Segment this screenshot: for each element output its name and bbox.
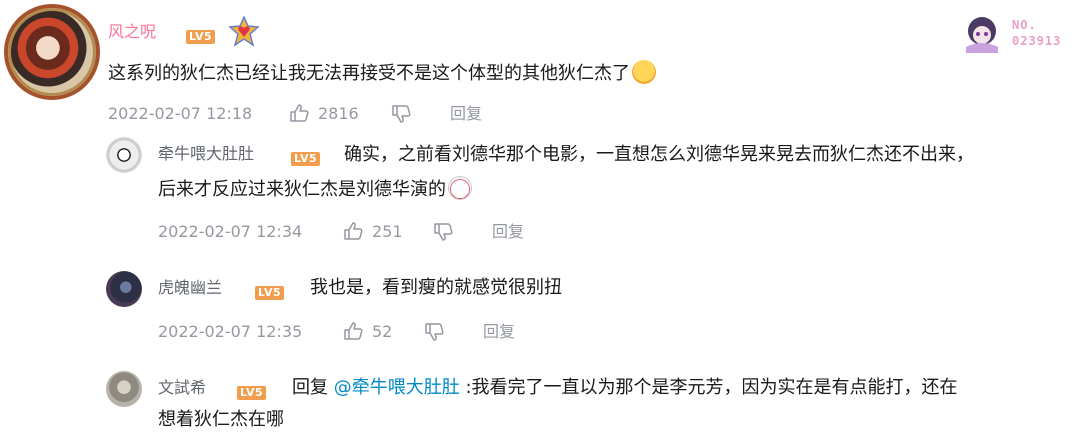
reply-prefix: 回复 xyxy=(292,377,328,398)
avatar[interactable] xyxy=(8,8,96,96)
dislike-icon[interactable] xyxy=(432,221,454,243)
reply-avatar[interactable] xyxy=(106,271,142,307)
reply-avatar[interactable] xyxy=(106,371,142,407)
reply-avatar[interactable] xyxy=(106,137,142,173)
level-badge: LV5 xyxy=(291,147,321,166)
mention-link[interactable]: @牵牛喂大肚肚 xyxy=(334,377,460,398)
laugh-cry-emoji-icon xyxy=(632,60,656,84)
like-count: 251 xyxy=(372,222,403,241)
level-badge: LV5 xyxy=(186,25,216,44)
like-icon[interactable] xyxy=(288,102,310,124)
reply-time: 2022-02-07 12:35 xyxy=(158,322,303,341)
medal-icon xyxy=(228,16,260,48)
reply-text-line1: 回复 @牵牛喂大肚肚 :我看完了一直以为那个是李元芳，因为实在是有点能打，还在 xyxy=(292,377,958,398)
dislike-icon[interactable] xyxy=(423,321,445,343)
comment-time: 2022-02-07 12:18 xyxy=(108,104,253,123)
reply-text-line2: 后来才反应过来狄仁杰是刘德华演的 xyxy=(158,174,472,206)
like-icon[interactable] xyxy=(342,320,364,342)
reply-text-line2: 想着狄仁杰在哪 xyxy=(158,409,284,430)
fan-badge-icon xyxy=(960,13,1008,53)
badge-no-label: NO. xyxy=(1012,18,1037,32)
comment-username[interactable]: 风之呪 xyxy=(108,22,156,42)
reply-text-line1: 我也是，看到瘦的就感觉很别扭 xyxy=(310,277,562,298)
reply-button[interactable]: 回复 xyxy=(492,222,524,242)
reply-button[interactable]: 回复 xyxy=(483,322,515,342)
dislike-icon[interactable] xyxy=(390,103,412,125)
like-icon[interactable] xyxy=(342,220,364,242)
like-count: 2816 xyxy=(318,104,359,123)
reply-text-line1: 确实，之前看刘德华那个电影，一直想怎么刘德华晃来晃去而狄仁杰还不出来， xyxy=(344,144,974,165)
reply-time: 2022-02-07 12:34 xyxy=(158,222,303,241)
level-badge: LV5 xyxy=(255,281,285,300)
badge-no-value: 023913 xyxy=(1012,34,1062,48)
reply-username[interactable]: 虎魄幽兰 xyxy=(158,278,222,298)
comment-text: 这系列的狄仁杰已经让我无法再接受不是这个体型的其他狄仁杰了 xyxy=(108,58,656,90)
reply-button[interactable]: 回复 xyxy=(450,104,482,124)
sly-emoji-icon xyxy=(448,176,472,200)
level-badge: LV5 xyxy=(237,381,267,400)
like-count: 52 xyxy=(372,322,393,341)
reply-username[interactable]: 文試希 xyxy=(158,378,206,398)
reply-username[interactable]: 牵牛喂大肚肚 xyxy=(158,144,254,164)
